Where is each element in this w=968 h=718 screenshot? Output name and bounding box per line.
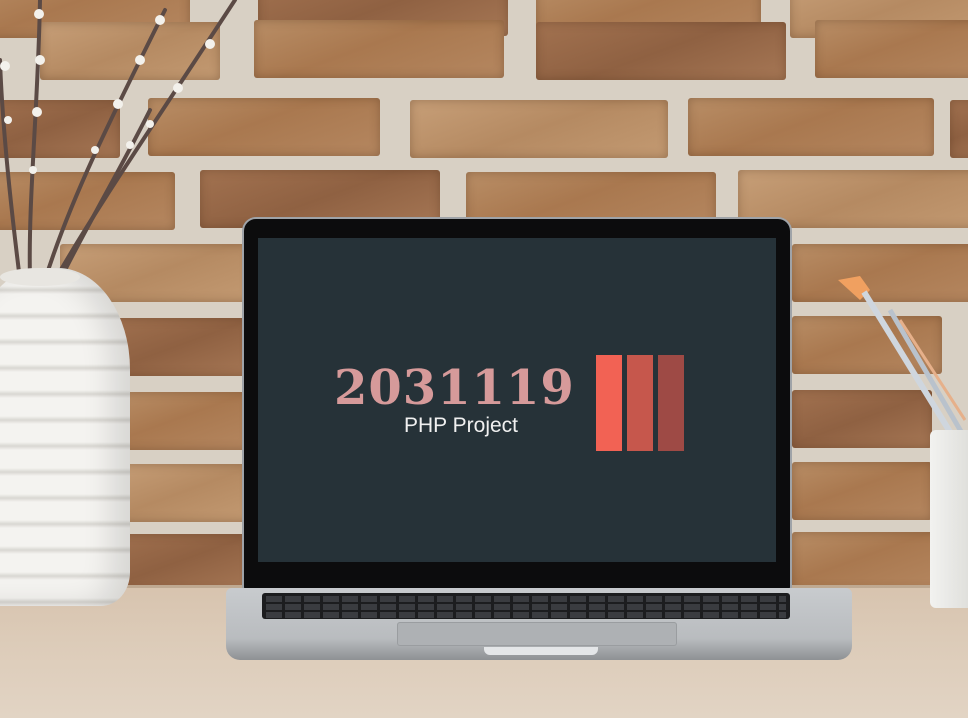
brick bbox=[792, 462, 932, 520]
brick bbox=[536, 22, 786, 80]
laptop-notch bbox=[484, 647, 598, 655]
brick bbox=[815, 20, 968, 78]
key-row bbox=[266, 612, 786, 618]
laptop-trackpad bbox=[397, 622, 677, 646]
brick bbox=[254, 20, 504, 78]
screen-subtitle: PHP Project bbox=[404, 414, 518, 437]
white-vase bbox=[0, 268, 130, 606]
logo-bar-2 bbox=[627, 355, 653, 451]
brick bbox=[110, 464, 250, 522]
key-row bbox=[266, 596, 786, 602]
brush-cup bbox=[930, 430, 968, 608]
brick bbox=[792, 532, 942, 590]
brick bbox=[688, 98, 934, 156]
screen-title: 2031119 bbox=[334, 360, 575, 416]
logo-bar-3 bbox=[658, 355, 684, 451]
key-row bbox=[266, 604, 786, 610]
brick bbox=[410, 100, 668, 158]
logo-bar-1 bbox=[596, 355, 622, 451]
brick bbox=[950, 100, 968, 158]
paint-brushes bbox=[838, 276, 968, 442]
brick bbox=[120, 392, 250, 450]
vase-opening bbox=[0, 268, 80, 286]
pussy-willow-branches bbox=[0, 0, 237, 282]
